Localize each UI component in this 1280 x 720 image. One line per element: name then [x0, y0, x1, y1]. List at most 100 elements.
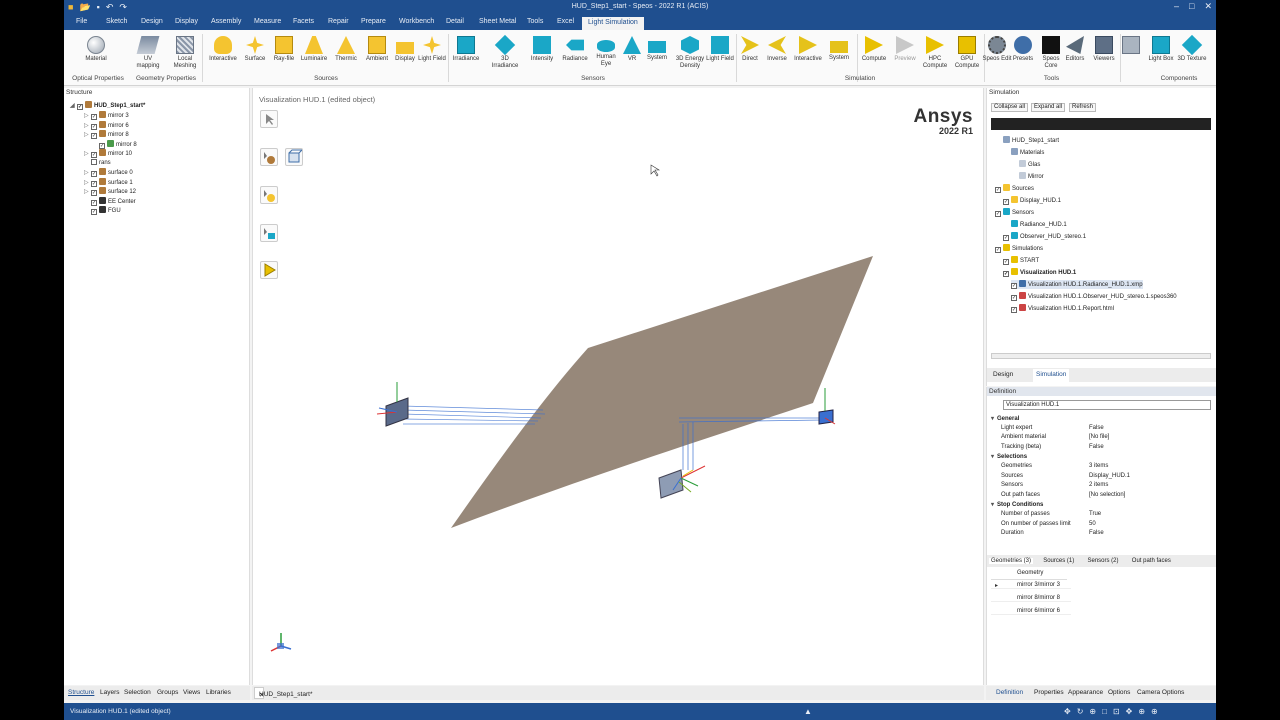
3d-irradiance-button[interactable]: 3D Irradiance — [490, 34, 520, 70]
light-field-source-button[interactable]: Light Field — [417, 36, 447, 63]
gpu-compute-button[interactable]: GPU Compute — [952, 36, 982, 70]
tab-simulation[interactable]: Simulation — [1033, 369, 1070, 382]
simulation-tree-item[interactable]: ✓ Visualization HUD.1 — [1003, 268, 1076, 277]
structure-item[interactable]: ▷ ✓ mirror 3 — [84, 111, 129, 120]
geometry-row[interactable]: mirror 6/mirror 6 — [991, 608, 1071, 615]
simulation-checkbox[interactable]: ✓ — [1011, 283, 1017, 289]
refresh-button[interactable]: Refresh — [1069, 103, 1097, 112]
property-value[interactable]: Display_HUD.1 — [1089, 473, 1130, 479]
expand-arrow-icon[interactable]: ▷ — [84, 188, 91, 195]
menu-measure[interactable]: Measure — [254, 18, 281, 25]
expand-arrow-icon[interactable]: ▷ — [84, 150, 91, 157]
simulation-tree-item[interactable]: ✓ START — [1003, 256, 1039, 265]
bottom-tab-options[interactable]: Options — [1108, 689, 1130, 696]
object-name-input[interactable]: Visualization HUD.1 — [1003, 400, 1211, 410]
simulation-tree-item[interactable]: ✓ Observer_HUD_stereo.1 — [1003, 232, 1086, 241]
simulation-tree-item[interactable]: HUD_Step1_start — [995, 136, 1059, 145]
inverse-simulation-button[interactable]: Inverse — [762, 36, 792, 63]
property-value[interactable]: 3 items — [1089, 463, 1108, 469]
run-simulation-icon[interactable] — [260, 261, 278, 279]
menu-file[interactable]: File — [76, 18, 87, 25]
simulation-checkbox[interactable]: ✓ — [1003, 235, 1009, 241]
simulation-tree-item[interactable]: ✓ Visualization HUD.1.Observer_HUD_stereo… — [1011, 292, 1177, 301]
presets-button[interactable]: Presets — [1008, 36, 1038, 63]
view-controls[interactable]: ✥↻⊕□⊡✥⊕⊕ — [1064, 707, 1164, 716]
visibility-checkbox[interactable]: ✓ — [99, 142, 105, 149]
structure-item[interactable]: ▷ ✓ surface 12 — [84, 187, 136, 196]
simulation-tree-item[interactable]: Radiance_HUD.1 — [1003, 220, 1067, 229]
simulation-checkbox[interactable]: ✓ — [995, 187, 1001, 193]
light-box-button[interactable]: Light Box — [1146, 36, 1176, 63]
bottom-tab-definition[interactable]: Definition — [996, 689, 1023, 696]
interactive-source-button[interactable]: Interactive — [208, 36, 238, 63]
visibility-checkbox[interactable]: ✓ — [91, 199, 97, 206]
tree-root[interactable]: ◢ ✓ HUD_Step1_start* — [70, 101, 145, 110]
horizontal-scrollbar[interactable] — [991, 353, 1211, 359]
editors-button[interactable]: Editors — [1060, 36, 1090, 63]
3d-texture-button[interactable]: 3D Texture — [1177, 34, 1207, 63]
visibility-checkbox[interactable]: ✓ — [91, 133, 97, 139]
local-meshing-button[interactable]: Local Meshing — [170, 36, 200, 70]
menu-light-simulation[interactable]: Light Simulation — [582, 17, 644, 30]
menu-design[interactable]: Design — [141, 18, 163, 25]
3d-energy-density-button[interactable]: 3D Energy Density — [675, 36, 705, 70]
preview-button[interactable]: Preview — [890, 36, 920, 63]
bottom-tab-views[interactable]: Views — [183, 689, 200, 696]
definition-tab[interactable]: Sensors (2) — [1088, 558, 1119, 564]
property-value[interactable]: False — [1089, 444, 1104, 450]
expand-all-button[interactable]: Expand all — [1031, 103, 1066, 112]
expand-arrow-icon[interactable]: ▷ — [84, 112, 91, 119]
collapse-icon[interactable]: ▾ — [991, 416, 994, 422]
simulation-checkbox[interactable]: ✓ — [1003, 271, 1009, 277]
direct-simulation-button[interactable]: Direct — [735, 36, 765, 63]
close-icon[interactable]: ✕ — [1204, 1, 1212, 12]
property-value[interactable]: 2 items — [1089, 482, 1108, 488]
visibility-checkbox[interactable]: ✓ — [91, 152, 97, 158]
tab-design[interactable]: Design — [993, 371, 1013, 378]
visibility-checkbox[interactable]: ✓ — [91, 180, 97, 187]
pick-source-icon[interactable] — [260, 186, 278, 204]
ambient-button[interactable]: Ambient — [362, 36, 392, 63]
bottom-tab-appearance[interactable]: Appearance — [1068, 689, 1103, 696]
structure-item[interactable]: ▷ ✓ mirror 8 — [84, 130, 129, 139]
simulation-tree-item[interactable]: Materials — [1003, 148, 1044, 157]
bottom-tab-properties[interactable]: Properties — [1034, 689, 1064, 696]
close-tab-icon[interactable]: ✕ — [259, 691, 264, 699]
definition-tab[interactable]: Geometries (3) — [989, 558, 1034, 564]
menu-tools[interactable]: Tools — [527, 18, 543, 25]
select-tool-icon[interactable] — [260, 110, 278, 128]
property-value[interactable]: False — [1089, 425, 1104, 431]
bottom-tab-camera-options[interactable]: Camera Options — [1137, 689, 1184, 696]
system-simulation-button[interactable]: System — [824, 36, 854, 62]
visibility-checkbox[interactable]: ✓ — [91, 114, 97, 120]
compute-button[interactable]: Compute — [859, 36, 889, 63]
structure-item[interactable]: ✓ FGU — [84, 206, 121, 215]
structure-item[interactable]: ▷ ✓ surface 0 — [84, 168, 133, 177]
geometry-row[interactable]: ▸ mirror 3/mirror 3 — [991, 582, 1071, 589]
interactive-simulation-button[interactable]: Interactive — [793, 36, 823, 63]
property-value[interactable]: [No selection] — [1089, 492, 1125, 498]
menu-excel[interactable]: Excel — [557, 18, 574, 25]
geometry-row[interactable]: mirror 8/mirror 8 — [991, 595, 1071, 602]
expand-arrow-icon[interactable]: ▷ — [84, 169, 91, 176]
simulation-tree-item[interactable]: Mirror — [1011, 172, 1044, 181]
simulation-tree-item[interactable]: ✓ Sensors — [995, 208, 1034, 217]
visibility-checkbox[interactable]: ✓ — [91, 171, 97, 177]
expand-arrow-icon[interactable]: ▷ — [84, 122, 91, 129]
structure-item[interactable]: ▷ ✓ mirror 10 — [84, 149, 132, 158]
property-value[interactable]: 50 — [1089, 521, 1096, 527]
warning-icon[interactable]: ▲ — [804, 707, 812, 716]
visibility-checkbox[interactable]: ✓ — [91, 123, 97, 130]
structure-item[interactable]: ▷ ✓ surface 1 — [84, 177, 133, 187]
pick-sensor-icon[interactable] — [260, 224, 278, 242]
definition-tab[interactable]: Sources (1) — [1043, 558, 1074, 564]
system-sensor-button[interactable]: System — [642, 36, 672, 62]
menu-sketch[interactable]: Sketch — [106, 18, 127, 25]
simulation-tree-item[interactable]: ✓ Simulations — [995, 244, 1043, 253]
menu-repair[interactable]: Repair — [328, 18, 349, 25]
irradiance-button[interactable]: Irradiance — [451, 36, 481, 63]
simulation-checkbox[interactable]: ✓ — [1011, 295, 1017, 301]
bottom-tab-selection[interactable]: Selection — [124, 689, 151, 696]
menu-prepare[interactable]: Prepare — [361, 18, 386, 25]
property-value[interactable]: [No file] — [1089, 434, 1109, 440]
